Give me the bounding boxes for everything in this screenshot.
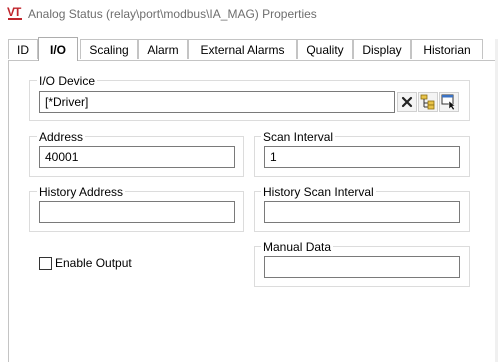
window-title: Analog Status (relay\port\modbus\IA_MAG)…	[28, 7, 317, 21]
address-field[interactable]	[39, 146, 235, 168]
scan-interval-label: Scan Interval	[261, 130, 336, 144]
manual-data-label: Manual Data	[261, 240, 334, 254]
tab-id[interactable]: ID	[8, 39, 38, 59]
history-address-field[interactable]	[39, 201, 235, 223]
tab-io[interactable]: I/O	[38, 37, 78, 61]
clear-icon	[401, 96, 413, 108]
tree-browse-icon	[420, 94, 435, 110]
select-device-button[interactable]	[439, 92, 459, 112]
clear-device-button[interactable]	[397, 92, 417, 112]
enable-output-label[interactable]: Enable Output	[55, 256, 132, 270]
browse-tree-button[interactable]	[418, 92, 438, 112]
io-device-label: I/O Device	[37, 74, 98, 88]
io-device-field[interactable]	[39, 91, 395, 113]
address-label: Address	[37, 130, 86, 144]
tab-scaling[interactable]: Scaling	[80, 39, 138, 59]
tab-historian[interactable]: Historian	[411, 39, 483, 59]
tab-alarm[interactable]: Alarm	[138, 39, 188, 59]
title-bar: VT Analog Status (relay\port\modbus\IA_M…	[0, 0, 498, 30]
select-device-icon	[441, 94, 456, 111]
history-address-label: History Address	[37, 185, 126, 199]
manual-data-field[interactable]	[264, 256, 460, 278]
tab-strip: ID I/O Scaling Alarm External Alarms Qua…	[8, 37, 498, 61]
history-scan-interval-field[interactable]	[264, 201, 460, 223]
tab-external-alarms[interactable]: External Alarms	[188, 39, 297, 59]
history-scan-interval-label: History Scan Interval	[261, 185, 376, 199]
app-logo-text: VT	[7, 5, 21, 19]
enable-output-checkbox[interactable]	[39, 257, 52, 270]
tab-quality[interactable]: Quality	[297, 39, 353, 59]
scan-interval-field[interactable]	[264, 146, 460, 168]
vt-logo-icon: VT	[7, 6, 25, 22]
tab-display[interactable]: Display	[353, 39, 411, 59]
